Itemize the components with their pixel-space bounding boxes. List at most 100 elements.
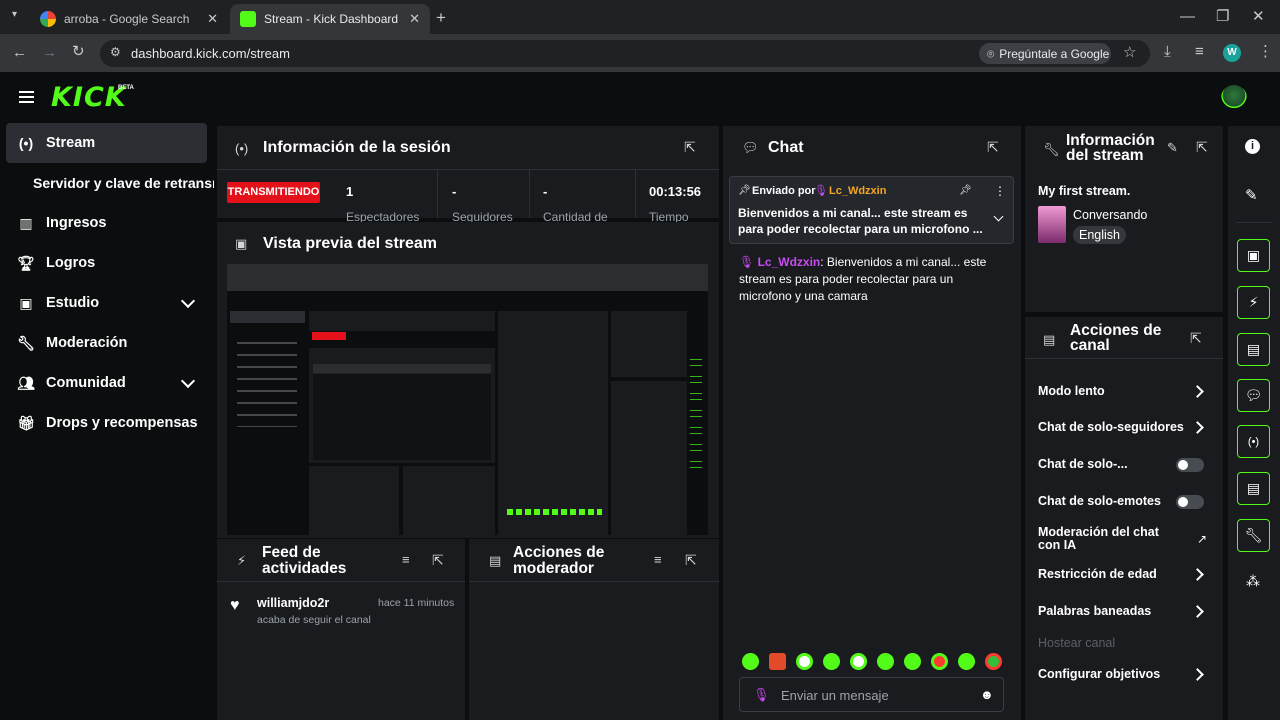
action-label: Restricción de edad xyxy=(1038,567,1157,581)
bolt-widget-icon[interactable]: ⚡︎ xyxy=(1237,286,1270,319)
preview-sidebar-lines xyxy=(237,332,297,427)
hamburger-menu-icon[interactable] xyxy=(19,91,34,103)
maximize-icon[interactable]: ❐ xyxy=(1216,9,1229,24)
more-options-icon[interactable]: ⋮ xyxy=(994,184,1006,198)
wrench-widget-icon[interactable]: 🔧︎ xyxy=(1237,519,1270,552)
emote-icon[interactable] xyxy=(823,653,840,670)
sidebar-item-stream[interactable]: (•) Stream xyxy=(6,123,207,163)
emote-icon[interactable] xyxy=(769,653,786,670)
beta-badge: BETA xyxy=(118,85,134,91)
stream-preview-video[interactable] xyxy=(227,264,708,535)
chat-message-user[interactable]: Lc_Wdzxin xyxy=(758,255,821,269)
action-followers-only[interactable]: Chat de solo-seguidores xyxy=(1038,420,1218,436)
bookmark-star-icon[interactable]: ☆ xyxy=(1123,45,1136,60)
tab-search-icon[interactable]: ▾ xyxy=(12,10,17,20)
browser-menu-icon[interactable]: ⋮ xyxy=(1258,44,1273,59)
edit-layout-icon[interactable]: ✎ xyxy=(1245,186,1258,204)
info-icon[interactable]: i xyxy=(1245,139,1260,154)
chat-input[interactable]: 🎙︎ Enviar un mensaje ☻ xyxy=(739,677,1004,712)
action-banned-words[interactable]: Palabras baneadas xyxy=(1038,604,1218,620)
new-tab-icon[interactable]: + xyxy=(436,9,446,26)
emote-icon[interactable] xyxy=(796,653,813,670)
action-emotes-only[interactable]: Chat de solo-emotes xyxy=(1038,494,1218,510)
emote-icon[interactable] xyxy=(850,653,867,670)
site-settings-icon[interactable]: ⚙ xyxy=(110,46,121,58)
sidebar-item-server-key[interactable]: Servidor y clave de retransmisión xyxy=(33,175,214,193)
profile-avatar[interactable]: W xyxy=(1223,44,1241,62)
popout-icon[interactable]: ⇱ xyxy=(1190,331,1202,345)
filter-icon[interactable]: ≡ xyxy=(402,553,410,566)
chat-widget-icon[interactable]: 💬︎ xyxy=(1237,379,1270,412)
filter-icon[interactable]: ≡ xyxy=(654,553,662,566)
address-bar[interactable]: ⚙ dashboard.kick.com/stream ⌾ Pregúntale … xyxy=(100,40,1150,67)
user-avatar[interactable] xyxy=(1221,85,1247,111)
back-icon[interactable]: ← xyxy=(12,45,27,60)
sidebar-item-logros[interactable]: 🏆︎ Logros xyxy=(6,243,207,283)
kick-logo[interactable]: KICK xyxy=(51,82,127,113)
sidebar-item-comunidad[interactable]: 👥︎ Comunidad xyxy=(6,363,207,403)
tab-google-search[interactable]: arroba - Google Search ✕ xyxy=(30,4,228,34)
broadcast-icon: (•) xyxy=(18,135,34,151)
action-age-restriction[interactable]: Restricción de edad xyxy=(1038,567,1218,583)
clipboard-widget-icon[interactable]: ▤ xyxy=(1237,333,1270,366)
chevron-right-icon xyxy=(1191,385,1204,398)
edit-pencil-icon[interactable]: ✎ xyxy=(1167,141,1178,154)
popout-icon[interactable]: ⇱ xyxy=(1196,140,1208,154)
tab-kick-dashboard[interactable]: Stream - Kick Dashboard ✕ xyxy=(230,4,430,34)
activity-time: hace 11 minutos xyxy=(378,597,455,609)
close-tab-icon[interactable]: ✕ xyxy=(409,11,420,27)
external-link-icon[interactable]: ↗ xyxy=(1197,532,1207,546)
sidebar-item-estudio[interactable]: ▣ Estudio xyxy=(6,283,207,323)
expand-chevron-icon[interactable] xyxy=(993,211,1004,222)
pinned-by-label: Enviado por xyxy=(752,185,816,197)
action-subs-only[interactable]: Chat de solo-... xyxy=(1038,457,1218,473)
action-set-goals[interactable]: Configurar objetivos xyxy=(1038,667,1218,683)
chevron-down-icon xyxy=(180,373,196,389)
action-ai-moderation[interactable]: Moderación del chat con IA xyxy=(1038,526,1178,554)
media-queue-icon[interactable]: ≡ xyxy=(1195,44,1204,59)
action-label: Chat de solo-... xyxy=(1038,457,1128,471)
download-icon[interactable]: ⤓ xyxy=(1164,44,1171,59)
gift-icon: 🎁︎ xyxy=(17,414,35,431)
popout-icon[interactable]: ⇱ xyxy=(987,140,999,154)
action-label: Chat de solo-emotes xyxy=(1038,494,1161,508)
reload-icon[interactable]: ↻ xyxy=(72,44,85,59)
stat-followers: - Seguidores xyxy=(438,170,530,224)
channel-widget-icon[interactable]: ▤ xyxy=(1237,472,1270,505)
toggle-switch[interactable] xyxy=(1176,495,1204,509)
emote-icon[interactable] xyxy=(931,653,948,670)
minimize-icon[interactable]: — xyxy=(1180,9,1195,24)
pinned-message[interactable]: 📌︎ Enviado por 🎙︎ Lc_Wdzxin 📌︎ ⋮ Bienven… xyxy=(729,176,1014,244)
sidebar-item-drops[interactable]: 🎁︎ Drops y recompensas xyxy=(6,403,207,443)
window-close-icon[interactable]: ✕ xyxy=(1252,9,1265,24)
preview-icon: ▣ xyxy=(235,236,248,251)
forward-icon[interactable]: → xyxy=(42,45,57,60)
emote-icon[interactable] xyxy=(904,653,921,670)
close-tab-icon[interactable]: ✕ xyxy=(207,11,218,27)
chat-bubble-icon: 💬︎ xyxy=(742,140,759,155)
emote-icon[interactable] xyxy=(742,653,759,670)
action-host-channel: Hostear canal xyxy=(1038,636,1218,652)
preview-widget-icon[interactable]: ▣ xyxy=(1237,239,1270,272)
url-text: dashboard.kick.com/stream xyxy=(131,46,290,61)
toggle-switch[interactable] xyxy=(1176,458,1204,472)
emote-icon[interactable] xyxy=(958,653,975,670)
stream-info-title-line2: del stream xyxy=(1066,147,1144,164)
unpin-icon[interactable]: 📌︎ xyxy=(959,185,972,196)
popout-icon[interactable]: ⇱ xyxy=(684,140,696,154)
pinned-user[interactable]: Lc_Wdzxin xyxy=(829,185,886,197)
activity-item: ♥ williamjdo2r hace 11 minutos acaba de … xyxy=(217,590,465,630)
broadcast-widget-icon[interactable]: (•) xyxy=(1237,425,1270,458)
popout-icon[interactable]: ⇱ xyxy=(685,553,697,567)
emote-icon[interactable] xyxy=(877,653,894,670)
popout-icon[interactable]: ⇱ xyxy=(432,553,444,567)
emoji-icon[interactable]: ☻ xyxy=(980,687,994,702)
sidebar-item-moderacion[interactable]: 🔧︎ Moderación xyxy=(6,323,207,363)
ask-google-chip[interactable]: ⌾ Pregúntale a Google xyxy=(979,43,1111,64)
more-widgets-icon[interactable]: ⁂ xyxy=(1246,573,1260,590)
language-text: English xyxy=(1079,228,1120,242)
activity-user[interactable]: williamjdo2r xyxy=(257,596,329,610)
emote-icon[interactable] xyxy=(985,653,1002,670)
sidebar-item-ingresos[interactable]: ▥ Ingresos xyxy=(6,203,207,243)
action-slow-mode[interactable]: Modo lento xyxy=(1038,384,1218,400)
